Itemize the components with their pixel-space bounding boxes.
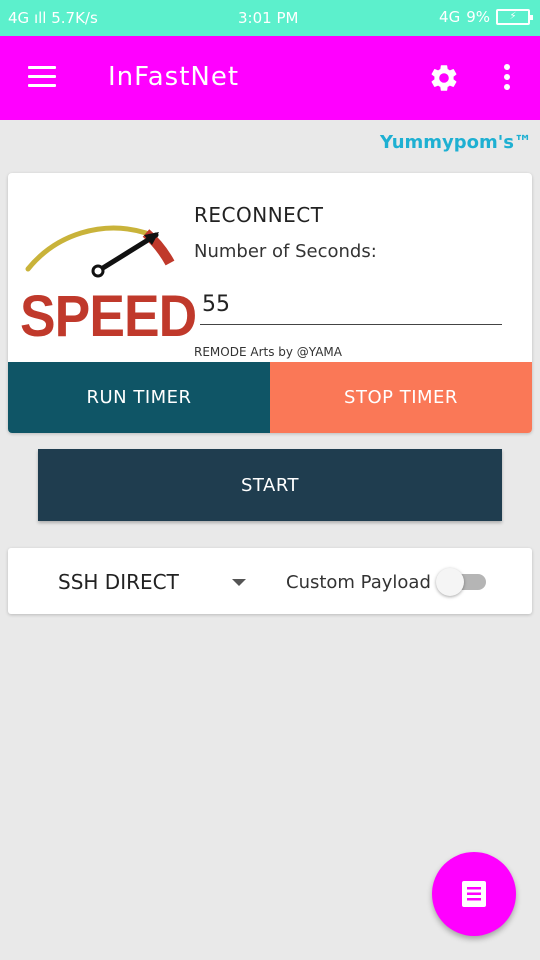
custom-payload-toggle[interactable] [436, 568, 488, 596]
selected-mode: SSH DIRECT [58, 570, 179, 594]
battery-percent: 9% [466, 8, 490, 26]
run-timer-button[interactable]: RUN TIMER [8, 362, 270, 433]
status-left: 4G ıll 5.7K/s [8, 9, 98, 27]
reconnect-title: RECONNECT [194, 203, 324, 227]
log-list-icon [462, 881, 486, 907]
dropdown-arrow-icon [232, 579, 246, 586]
custom-payload-label: Custom Payload [286, 572, 431, 593]
brand-label: Yummypom's™ [379, 132, 532, 153]
log-fab-button[interactable] [432, 852, 516, 936]
status-bar: 4G ıll 5.7K/s 3:01 PM 4G 9% ⚡ [0, 0, 540, 36]
mode-card: SSH DIRECT Custom Payload [8, 548, 532, 614]
network-type: 4G [8, 9, 30, 27]
seconds-label: Number of Seconds: [194, 241, 377, 262]
signal-icon: ıll [29, 9, 52, 27]
gear-icon[interactable] [428, 62, 460, 94]
start-button[interactable]: START [38, 449, 502, 521]
hamburger-menu-icon[interactable] [28, 66, 56, 88]
clock: 3:01 PM [238, 9, 299, 27]
mode-dropdown[interactable]: SSH DIRECT [48, 568, 258, 598]
reconnect-card: SPEED RECONNECT Number of Seconds: REMOD… [8, 173, 532, 433]
network-speed: 5.7K/s [51, 9, 98, 27]
app-title: InFastNet [108, 62, 240, 92]
credit-text: REMODE Arts by @YAMA [194, 345, 342, 359]
overflow-menu-icon[interactable] [500, 64, 514, 92]
battery-icon: ⚡ [496, 9, 533, 25]
stop-timer-button[interactable]: STOP TIMER [270, 362, 532, 433]
app-toolbar: InFastNet [0, 36, 540, 120]
toggle-thumb [436, 568, 464, 596]
seconds-input[interactable] [200, 285, 502, 325]
network-type-right: 4G [439, 8, 461, 26]
speed-logo-text: SPEED [20, 284, 197, 349]
status-right: 4G 9% ⚡ [439, 8, 533, 26]
